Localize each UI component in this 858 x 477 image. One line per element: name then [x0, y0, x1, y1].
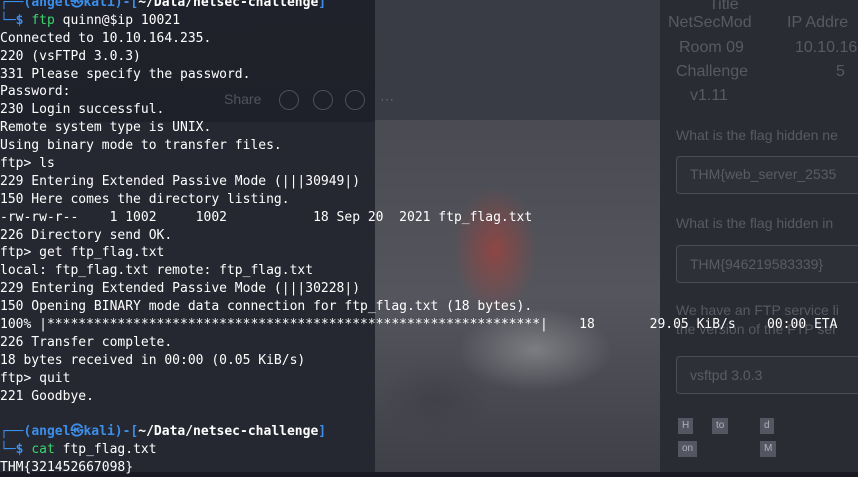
prompt-user: angel	[31, 424, 71, 440]
output-line: 226 Transfer complete.	[0, 334, 173, 350]
output-line: 229 Entering Extended Passive Mode (|||3…	[0, 173, 361, 189]
command-line: └─$ ftp quinn@$ip 10021	[0, 12, 858, 30]
prompt-frame: ┌──(	[0, 0, 32, 10]
output-line: 150 Here comes the directory listing.	[0, 191, 290, 207]
command-args: quinn@$ip 10021	[62, 12, 181, 28]
prompt-host: kali	[83, 0, 115, 10]
prompt-symbol: $	[15, 12, 24, 28]
output-line: Password:	[0, 84, 71, 100]
ftp-command-line: ftp> quit	[0, 370, 858, 388]
output-line: 230 Login successful.	[0, 102, 165, 118]
progress-line: 100% |**********************************…	[0, 317, 838, 333]
prompt-path: ~/Data/netsec-challenge	[138, 424, 319, 440]
ftp-command-line: ftp> ls	[0, 155, 858, 173]
prompt-leader: └─	[0, 442, 16, 458]
prompt-leader: └─	[0, 12, 16, 28]
output-line: local: ftp_flag.txt remote: ftp_flag.txt	[0, 263, 314, 279]
output-line: Using binary mode to transfer files.	[0, 138, 282, 154]
output-line: 229 Entering Extended Passive Mode (|||3…	[0, 281, 361, 297]
output-line: 221 Goodbye.	[0, 388, 94, 404]
prompt-symbol: $	[15, 442, 24, 458]
prompt-separator: ㉿	[70, 0, 84, 10]
output-line: 331 Please specify the password.	[0, 66, 251, 82]
prompt-separator: ㉿	[70, 424, 84, 440]
flag-output: THM{321452667098}	[0, 460, 134, 476]
prompt-path: ~/Data/netsec-challenge	[138, 0, 319, 10]
output-line: Remote system type is UNIX.	[0, 120, 212, 136]
output-line: 226 Directory send OK.	[0, 227, 173, 243]
terminal-window[interactable]: ┌──(angel㉿kali)-[~/Data/netsec-challenge…	[0, 0, 858, 475]
prompt-frame: )-[	[114, 0, 139, 10]
output-line: 150 Opening BINARY mode data connection …	[0, 299, 533, 315]
prompt-frame: )-[	[114, 424, 139, 440]
output-line: -rw-rw-r-- 1 1002 1002 18 Sep 20 2021 ft…	[0, 209, 533, 225]
ftp-command: quit	[39, 370, 71, 386]
command-name: cat	[31, 442, 55, 458]
prompt-user: angel	[31, 0, 71, 10]
prompt-header: ┌──(angel㉿kali)-[~/Data/netsec-challenge…	[0, 423, 858, 441]
prompt-frame: ┌──(	[0, 424, 32, 440]
ftp-prompt: ftp>	[0, 370, 40, 386]
ftp-command: get ftp_flag.txt	[39, 245, 165, 261]
output-line: 220 (vsFTPd 3.0.3)	[0, 48, 141, 64]
command-name: ftp	[31, 12, 55, 28]
output-line: Connected to 10.10.164.235.	[0, 30, 212, 46]
prompt-frame: ]	[318, 424, 327, 440]
prompt-header: ┌──(angel㉿kali)-[~/Data/netsec-challenge…	[0, 0, 858, 12]
ftp-command: ls	[39, 156, 55, 172]
ftp-prompt: ftp>	[0, 245, 40, 261]
prompt-host: kali	[83, 424, 115, 440]
prompt-frame: ]	[318, 0, 327, 10]
ftp-prompt: ftp>	[0, 156, 40, 172]
command-args: ftp_flag.txt	[62, 442, 157, 458]
command-line: └─$ cat ftp_flag.txt	[0, 441, 858, 459]
ftp-command-line: ftp> get ftp_flag.txt	[0, 244, 858, 262]
output-line: 18 bytes received in 00:00 (0.05 KiB/s)	[0, 352, 306, 368]
